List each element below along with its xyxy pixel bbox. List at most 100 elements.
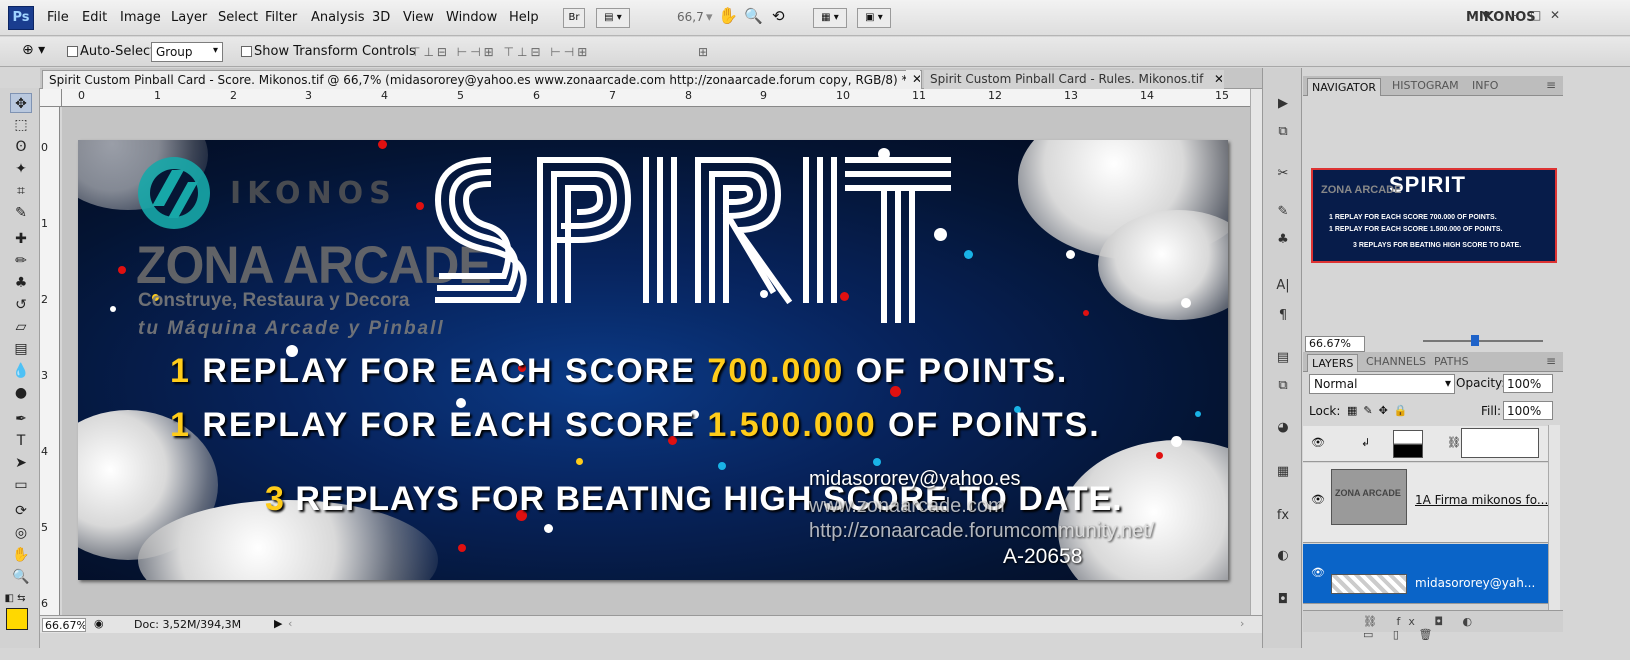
scroll-left-icon[interactable]: ‹ [288,617,292,630]
3d-orbit-icon[interactable]: ◎ [10,523,32,543]
layer-row-adjustment[interactable]: 👁 ↲ ⛓ [1303,426,1548,462]
swatches-panel-icon[interactable]: ▦ [1273,464,1293,482]
panel-menu-icon[interactable]: ≡ [1543,78,1559,92]
pen-tool-icon[interactable]: ✒ [10,409,32,429]
crop-tool-icon[interactable]: ⌗ [10,181,32,201]
status-info-icon[interactable]: ◉ [94,617,104,630]
close-tab-icon[interactable]: ✕ [1208,70,1222,89]
history-panel-icon[interactable]: ⧉ [1273,124,1293,142]
zoom-dropdown-icon[interactable]: ▾ [706,10,713,25]
magic-wand-icon[interactable]: ✦ [10,159,32,179]
move-tool-icon[interactable]: ✥ [10,93,32,113]
workspace-switcher[interactable]: MIKONOS [1466,10,1536,25]
panel-menu-icon[interactable]: ≡ [1543,354,1559,368]
brush-tool-icon[interactable]: ✏ [10,251,32,271]
eye-icon[interactable]: 👁 [1311,493,1325,506]
tab-score-document[interactable]: Spirit Custom Pinball Card - Score. Miko… [42,70,922,89]
navigator-zoom-input[interactable]: 66.67% [1305,336,1365,352]
screen-mode-icon[interactable]: ▣ ▾ [857,8,891,28]
tab-layers[interactable]: LAYERS [1307,354,1359,372]
auto-select-checkbox[interactable] [67,46,78,57]
navigator-zoom-slider[interactable] [1423,340,1543,342]
auto-align-icon[interactable]: ⊞ [698,45,711,59]
mini-bridge-icon[interactable]: ▤ ▾ [596,8,630,28]
zoom-tool-icon[interactable]: 🔍 [10,567,32,587]
show-transform-checkbox[interactable] [241,46,252,57]
layer-row-selected[interactable]: 👁 midasororey@yah... [1303,544,1548,604]
type-tool-icon[interactable]: T [10,431,32,451]
rotate-view-icon[interactable]: ⟲ [772,7,785,25]
tab-rules-document[interactable]: Spirit Custom Pinball Card - Rules. Miko… [924,70,1224,89]
navigator-preview[interactable]: SPIRIT ZONA ARCADE 1 REPLAY FOR EACH SCO… [1311,168,1557,263]
tab-paths[interactable]: PATHS [1431,355,1472,368]
default-colors-icon[interactable]: ◧ ⇆ [4,589,26,609]
move-tool-preset-icon[interactable]: ⊕ ▾ [22,42,45,58]
color-panel-icon[interactable]: ◕ [1273,420,1293,438]
tab-info[interactable]: INFO [1469,79,1501,92]
lock-icons[interactable]: ▦✎✥🔒 [1347,404,1414,417]
tab-navigator[interactable]: NAVIGATOR [1307,78,1382,96]
menu-filter[interactable]: Filter [265,10,297,25]
menu-select[interactable]: Select [218,10,258,25]
layer-actions-icons[interactable]: ⛓ fx ◘ ◐ ▭ ▯ 🗑 [1363,615,1480,641]
blur-tool-icon[interactable]: 💧 [10,361,32,381]
styles-panel-icon[interactable]: fx [1273,508,1293,526]
marquee-tool-icon[interactable]: ⬚ [10,115,32,135]
tab-channels[interactable]: CHANNELS [1363,355,1429,368]
fill-input[interactable]: 100% [1503,401,1553,420]
eye-icon[interactable]: 👁 [1311,436,1325,449]
brushes-panel-icon[interactable]: ✎ [1273,204,1293,222]
layers-scrollbar[interactable] [1548,425,1560,610]
lasso-tool-icon[interactable]: ʘ [10,137,32,157]
ruler-origin[interactable] [40,89,62,107]
zoom-tool-icon[interactable]: 🔍 [744,7,763,25]
3d-rotate-icon[interactable]: ⟳ [10,501,32,521]
clone-stamp-icon[interactable]: ♣ [10,273,32,293]
navigator-zoom-thumb[interactable] [1471,335,1479,346]
workspace-dropdown-icon[interactable]: ▼ [1482,10,1490,21]
history-brush-icon[interactable]: ↺ [10,295,32,315]
adjustments-panel-icon[interactable]: ◐ [1273,548,1293,566]
hand-tool-icon[interactable]: ✋ [10,545,32,565]
menu-file[interactable]: File [47,10,69,25]
eyedropper-icon[interactable]: ✎ [10,203,32,223]
menu-3d[interactable]: 3D [372,10,390,25]
hand-tool-icon[interactable]: ✋ [718,6,738,25]
menu-view[interactable]: View [403,10,434,25]
eye-icon[interactable]: 👁 [1311,566,1325,579]
dodge-tool-icon[interactable]: ● [10,383,32,403]
align-icons[interactable]: ⊤⊥⊟ ⊢⊣⊞ ⊤⊥⊟ ⊢⊣⊞ [410,45,590,59]
paragraph-panel-icon[interactable]: ¶ [1273,308,1293,326]
clone-source-icon[interactable]: ♣ [1273,232,1293,250]
pinball-card-artwork[interactable]: IKONOS ZONA ARCADE Construye, Restaura y… [78,140,1228,580]
layer-comps-icon[interactable]: ⧉ [1273,378,1293,396]
status-zoom[interactable]: 66.67% [42,618,86,632]
opacity-input[interactable]: 100% [1503,374,1553,393]
tab-histogram[interactable]: HISTOGRAM [1389,79,1462,92]
gradient-tool-icon[interactable]: ▤ [10,339,32,359]
zoom-level[interactable]: 66,7 [677,10,704,24]
play-actions-icon[interactable]: ▶ [1273,96,1293,114]
tool-presets-icon[interactable]: ✂ [1273,166,1293,184]
maximize-button[interactable]: □ [1530,8,1541,22]
layer-name-firma[interactable]: 1A Firma mikonos fo... [1415,493,1548,507]
horizontal-ruler[interactable]: 0 1 2 3 4 5 6 7 8 9 10 11 12 13 14 15 [62,89,1250,107]
eraser-tool-icon[interactable]: ▱ [10,317,32,337]
healing-brush-icon[interactable]: ✚ [10,229,32,249]
vertical-ruler[interactable]: 0 1 2 3 4 5 6 [40,107,60,615]
menu-analysis[interactable]: Analysis [311,10,365,25]
masks-panel-icon[interactable]: ◘ [1273,592,1293,610]
menu-window[interactable]: Window [446,10,497,25]
shape-tool-icon[interactable]: ▭ [10,475,32,495]
menu-image[interactable]: Image [120,10,161,25]
arrange-documents-icon[interactable]: ▦ ▾ [813,8,847,28]
blend-mode-dropdown[interactable]: Normal ▾ [1309,374,1455,394]
menu-layer[interactable]: Layer [171,10,207,25]
canvas-vertical-scrollbar[interactable] [1250,89,1262,615]
status-menu-arrow-icon[interactable]: ▶ [274,617,282,630]
character-panel-icon[interactable]: A| [1273,278,1293,296]
layer-name-selected[interactable]: midasororey@yah... [1415,576,1535,590]
bridge-button[interactable]: Br [563,8,585,28]
path-select-icon[interactable]: ➤ [10,453,32,473]
close-tab-icon[interactable]: ✕ [906,70,920,89]
